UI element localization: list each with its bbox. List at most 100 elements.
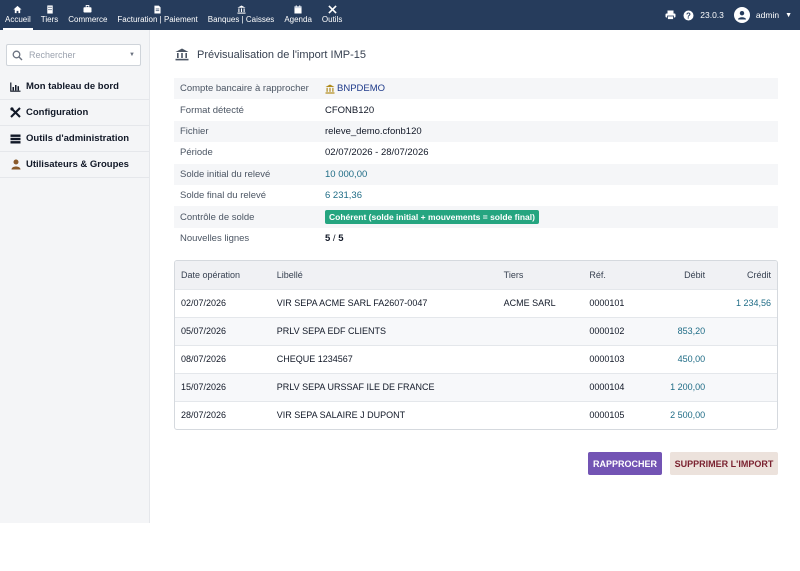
menu-accueil[interactable]: Accueil xyxy=(0,0,36,30)
info-row-new-lines: Nouvelles lignes 5 / 5 xyxy=(174,228,778,249)
print-icon[interactable] xyxy=(664,9,676,21)
cell-tiers xyxy=(497,344,584,373)
transactions-table: Date opération Libellé Tiers Réf. Débit … xyxy=(174,260,778,430)
help-icon[interactable]: ? xyxy=(682,9,694,21)
table-row: 28/07/2026 VIR SEPA SALAIRE J DUPONT 000… xyxy=(175,400,777,429)
menu-commerce[interactable]: Commerce xyxy=(63,0,112,30)
main-menu: Accueil Tiers Commerce Facturation | Pai… xyxy=(0,0,347,30)
sidebar-item-configuration[interactable]: Configuration xyxy=(0,100,149,126)
new-lines-total: 5 xyxy=(338,232,344,244)
menu-facturation[interactable]: Facturation | Paiement xyxy=(112,0,202,30)
menu-outils[interactable]: Outils xyxy=(317,0,347,30)
cell-tiers xyxy=(497,316,584,345)
search-input[interactable] xyxy=(29,50,130,60)
cell-credit: 1 234,56 xyxy=(711,288,777,317)
column-header-debit[interactable]: Débit xyxy=(645,261,712,289)
cell-tiers: ACME SARL xyxy=(497,288,584,317)
info-label: Solde initial du relevé xyxy=(180,168,271,180)
cell-tiers xyxy=(497,372,584,401)
top-navbar: Accueil Tiers Commerce Facturation | Pai… xyxy=(0,0,800,30)
table-row: 02/07/2026 VIR SEPA ACME SARL FA2607-004… xyxy=(175,288,777,317)
menu-label: Accueil xyxy=(5,15,31,24)
tools-icon xyxy=(327,5,337,15)
bank-account-link[interactable]: BNPDEMO xyxy=(325,83,385,94)
wrench-icon xyxy=(10,107,21,118)
user-avatar-icon[interactable] xyxy=(733,7,750,23)
menu-agenda[interactable]: Agenda xyxy=(279,0,317,30)
sidebar-item-dashboard[interactable]: Mon tableau de bord xyxy=(0,74,149,100)
cell-date: 02/07/2026 xyxy=(175,288,271,317)
final-balance-value: 6 231,36 xyxy=(325,190,362,202)
menu-label: Outils xyxy=(321,15,343,24)
cell-date: 08/07/2026 xyxy=(175,344,271,373)
cell-ref: 0000102 xyxy=(583,316,646,345)
menu-label: Tiers xyxy=(40,15,59,24)
table-row: 15/07/2026 PRLV SEPA URSSAF ILE DE FRANC… xyxy=(175,372,777,401)
cell-credit xyxy=(711,316,777,345)
info-row-period: Période 02/07/2026 - 28/07/2026 xyxy=(174,142,778,163)
cell-date: 15/07/2026 xyxy=(175,372,271,401)
svg-text:?: ? xyxy=(686,11,691,20)
sidebar-item-label: Mon tableau de bord xyxy=(26,81,119,92)
info-row-file: Fichier releve_demo.cfonb120 xyxy=(174,120,778,143)
cell-ref: 0000104 xyxy=(583,372,646,401)
reconcile-button[interactable]: Rapprocher xyxy=(588,452,662,475)
status-badge: Cohérent (solde initial + mouvements = s… xyxy=(325,210,539,225)
sidebar-search[interactable]: ▼ xyxy=(6,44,141,66)
bank-icon xyxy=(325,84,335,94)
page-title: Prévisualisation de l'import IMP-15 xyxy=(197,49,367,61)
import-info: Compte bancaire à rapprocher BNPDEMO For… xyxy=(174,78,778,249)
page-header: Prévisualisation de l'import IMP-15 xyxy=(175,48,366,62)
bank-account-value[interactable]: BNPDEMO xyxy=(337,83,385,94)
user-icon xyxy=(10,159,21,170)
info-label: Contrôle de solde xyxy=(180,211,255,223)
info-label: Format détecté xyxy=(180,104,244,116)
info-row-format: Format détecté CFONB120 xyxy=(174,99,778,120)
cell-debit xyxy=(645,288,712,317)
column-header-tiers[interactable]: Tiers xyxy=(497,261,584,289)
calendar-icon xyxy=(294,5,302,15)
column-header-date[interactable]: Date opération xyxy=(175,261,271,289)
cell-credit xyxy=(711,344,777,373)
info-row-balance-check: Contrôle de solde Cohérent (solde initia… xyxy=(174,206,778,228)
file-value: releve_demo.cfonb120 xyxy=(325,125,422,137)
cell-label: CHEQUE 1234567 xyxy=(270,344,498,373)
sidebar-menu: Mon tableau de bord Configuration Outils… xyxy=(0,74,149,178)
menu-tiers[interactable]: Tiers xyxy=(36,0,63,30)
invoice-icon xyxy=(154,5,161,15)
column-header-label[interactable]: Libellé xyxy=(270,261,498,289)
column-header-ref[interactable]: Réf. xyxy=(583,261,646,289)
cell-label: VIR SEPA SALAIRE J DUPONT xyxy=(270,400,498,429)
menu-label: Commerce xyxy=(68,15,108,24)
new-lines-value: 5 / 5 xyxy=(325,233,344,244)
sidebar-item-label: Utilisateurs & Groupes xyxy=(26,159,129,170)
cell-label: PRLV SEPA EDF CLIENTS xyxy=(270,316,498,345)
info-label: Nouvelles lignes xyxy=(180,232,250,244)
menu-label: Facturation | Paiement xyxy=(117,15,198,24)
delete-import-button[interactable]: Supprimer l'import xyxy=(670,452,778,475)
initial-balance-value: 10 000,00 xyxy=(325,168,368,180)
table-header-row: Date opération Libellé Tiers Réf. Débit … xyxy=(175,261,777,289)
cell-date: 28/07/2026 xyxy=(175,400,271,429)
sidebar-item-admin-tools[interactable]: Outils d'administration xyxy=(0,126,149,152)
table-row: 05/07/2026 PRLV SEPA EDF CLIENTS 0000102… xyxy=(175,316,777,345)
server-icon xyxy=(10,133,21,144)
bank-icon xyxy=(236,5,246,15)
menu-label: Agenda xyxy=(284,15,312,24)
home-icon xyxy=(13,5,22,15)
cell-debit: 2 500,00 xyxy=(645,400,712,429)
sidebar-item-users-groups[interactable]: Utilisateurs & Groupes xyxy=(0,152,149,178)
cell-credit xyxy=(711,400,777,429)
sidebar-item-label: Configuration xyxy=(26,107,89,118)
new-lines-separator: / xyxy=(330,232,339,244)
chevron-down-icon[interactable]: ▼ xyxy=(129,52,135,58)
version-label: 23.0.3 xyxy=(700,10,724,20)
cell-label: VIR SEPA ACME SARL FA2607-0047 xyxy=(270,288,498,317)
briefcase-icon xyxy=(83,5,92,15)
user-name[interactable]: admin xyxy=(756,10,779,20)
bank-icon xyxy=(175,48,189,62)
column-header-credit[interactable]: Crédit xyxy=(711,261,777,289)
menu-banques[interactable]: Banques | Caisses xyxy=(203,0,280,30)
chevron-down-icon[interactable]: ▼ xyxy=(785,12,792,19)
info-row-initial-balance: Solde initial du relevé 10 000,00 xyxy=(174,163,778,185)
